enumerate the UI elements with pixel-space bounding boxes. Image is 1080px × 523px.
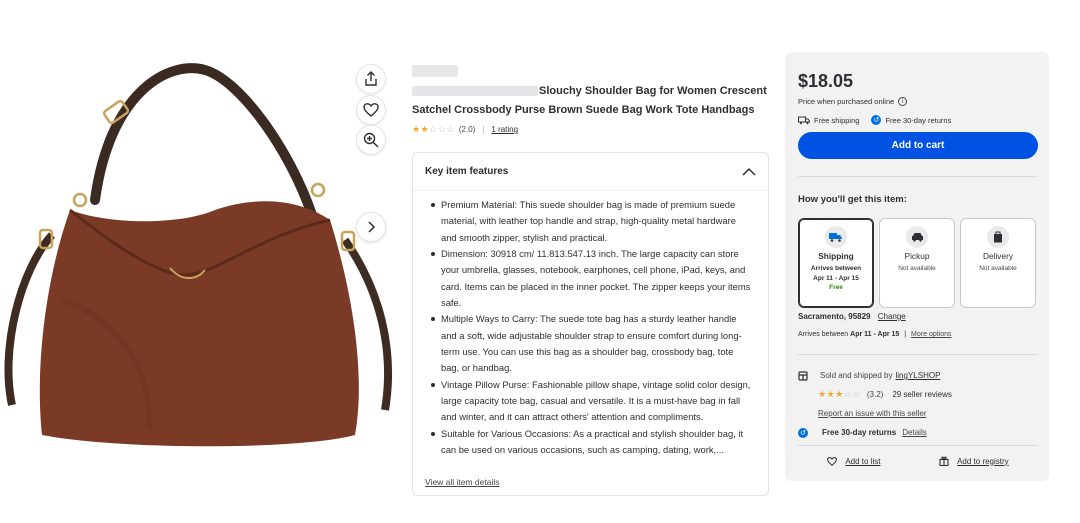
fulfillment-option-shipping[interactable]: Shipping Arrives between Apr 11 - Apr 15… [798,218,874,308]
add-to-registry-label: Add to registry [957,456,1009,466]
rating-value: (2.0) [458,125,476,134]
zoom-in-icon [363,132,379,148]
benefits-row: Free shipping ↺ Free 30-day returns [798,115,951,125]
price-note: Price when purchased online i [798,97,908,106]
free-shipping-text: Free shipping [814,115,860,125]
rating-separator: | [482,125,485,134]
product-image-area [0,40,400,500]
option-title: Delivery [983,251,1013,261]
sold-by-prefix: Sold and shipped by [820,371,893,380]
seller-rating-row: ★★★☆☆ (3.2) 29 seller reviews [798,385,1038,404]
chevron-right-icon [368,221,376,233]
sold-by-row: Sold and shipped by lingYLSHOP [798,366,1038,385]
add-to-list-button[interactable]: Add to list [827,456,880,466]
option-sub: Arrives between [810,265,862,272]
price-note-text: Price when purchased online [798,97,895,106]
key-features-header[interactable]: Key item features [413,153,768,191]
car-icon [906,226,928,248]
divider [798,354,1038,355]
key-features-card: Key item features Premium Material: This… [412,152,769,496]
key-features-heading: Key item features [425,166,509,177]
option-title: Shipping [818,251,854,261]
returns-row: ↺ Free 30-day returns Details [798,423,1038,442]
arrives-dates: Apr 11 - Apr 15 [850,331,900,338]
arrival-row: Arrives between Apr 11 - Apr 15 | More o… [798,331,952,338]
price: $18.05 [798,71,854,91]
gift-icon [939,456,949,466]
zoom-button[interactable] [356,125,386,155]
free-returns-text: Free 30-day returns [885,115,952,125]
rating-count-link[interactable]: 1 rating [491,125,518,134]
next-image-button[interactable] [356,212,386,242]
rating-stars: ★★☆☆☆ [412,124,455,134]
more-options-link[interactable]: More options [911,331,951,338]
brand-redacted [412,64,458,77]
bag-icon [987,226,1009,248]
view-all-details-link[interactable]: View all item details [425,477,500,487]
feature-item: Suitable for Various Occasions: As a pra… [431,426,754,459]
favorite-button[interactable] [356,95,386,125]
add-to-registry-button[interactable]: Add to registry [939,456,1009,466]
change-location-link[interactable]: Change [878,312,906,321]
location: Sacramento, 95829 [798,312,871,321]
free-returns-label: Free 30-day returns [822,428,897,437]
seller-reviews: 29 seller reviews [892,390,952,399]
feature-item: Dimension: 30918 cm/ 11.813.547.13 inch.… [431,246,754,311]
rating-row: ★★☆☆☆ (2.0) | 1 rating [412,124,770,135]
option-sub: Not available [979,265,1017,272]
fulfillment-heading: How you'll get this item: [798,194,907,205]
option-title: Pickup [904,251,930,261]
buy-box: $18.05 Price when purchased online i Fre… [785,52,1049,481]
truck-icon [825,226,847,248]
report-seller-link[interactable]: Report an issue with this seller [818,409,927,418]
option-sub: Not available [898,265,936,272]
feature-item: Multiple Ways to Carry: The suede tote b… [431,311,754,376]
divider [798,445,1038,446]
share-button[interactable] [356,64,386,94]
list-registry-row: Add to list Add to registry [798,456,1038,466]
divider [798,176,1038,177]
arrives-separator: | [904,331,907,338]
seller-rating-stars: ★★★☆☆ [818,389,861,399]
product-image[interactable] [0,50,400,490]
product-title: Slouchy Shoulder Bag for Women Crescent … [412,85,767,116]
seller-link[interactable]: lingYLSHOP [896,371,941,380]
returns-icon: ↺ [798,427,808,438]
fulfillment-option-pickup[interactable]: Pickup Not available [879,218,955,308]
title-redacted [412,86,538,97]
shipping-truck-icon [798,116,810,124]
seller-block: Sold and shipped by lingYLSHOP ★★★☆☆ (3.… [798,366,1038,442]
returns-icon: ↺ [871,115,882,125]
heart-icon [827,456,838,466]
arrives-prefix: Arrives between [798,331,849,338]
product-info: Slouchy Shoulder Bag for Women Crescent … [412,64,770,135]
option-free: Free [829,284,843,291]
info-icon[interactable]: i [898,97,908,106]
chevron-up-icon [742,167,756,176]
fulfillment-option-delivery[interactable]: Delivery Not available [960,218,1036,308]
add-to-list-label: Add to list [845,456,881,466]
feature-item: Premium Material: This suede shoulder ba… [431,197,754,246]
heart-icon [363,103,379,117]
returns-details-link[interactable]: Details [902,428,926,437]
share-icon [365,71,377,86]
features-list: Premium Material: This suede shoulder ba… [413,191,768,459]
report-row: Report an issue with this seller [798,404,1038,423]
feature-item: Vintage Pillow Purse: Fashionable pillow… [431,377,754,426]
option-dates: Apr 11 - Apr 15 [813,275,859,282]
location-row: Sacramento, 95829 Change [798,312,906,321]
add-to-cart-button[interactable]: Add to cart [798,132,1038,159]
store-icon [798,370,808,381]
seller-rating-value: (3.2) [866,390,884,399]
